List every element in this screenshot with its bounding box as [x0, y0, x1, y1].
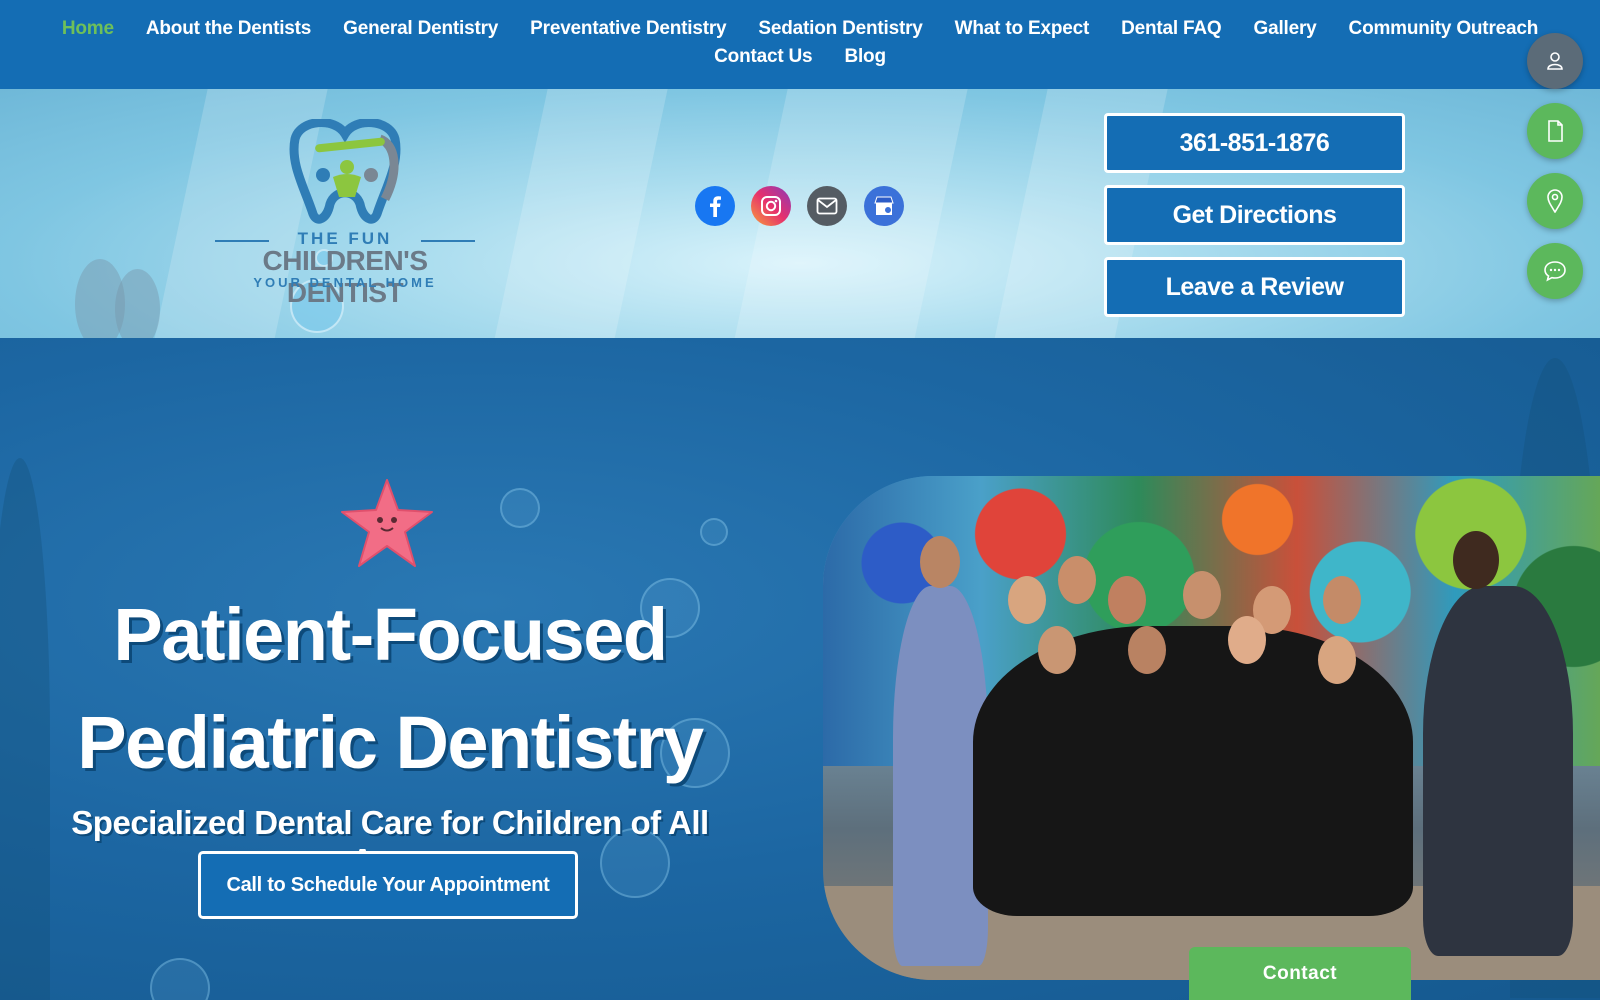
email-icon[interactable]	[807, 186, 847, 226]
schedule-appointment-button[interactable]: Call to Schedule Your Appointment	[198, 851, 578, 919]
account-icon	[1547, 52, 1563, 70]
google-business-icon[interactable]	[864, 186, 904, 226]
nav-what-to-expect[interactable]: What to Expect	[939, 18, 1105, 40]
instagram-icon[interactable]	[751, 186, 791, 226]
logo-tagline-bottom: YOUR DENTAL HOME	[253, 275, 437, 290]
hero-title-line-2: Pediatric Dentistry	[77, 701, 704, 784]
leave-review-button[interactable]: Leave a Review	[1104, 257, 1405, 317]
top-navigation: Home About the Dentists General Dentistr…	[0, 0, 1600, 89]
team-member-head	[1183, 571, 1221, 619]
hero-title-line-1: Patient-Focused	[113, 593, 668, 676]
document-icon	[1548, 120, 1563, 142]
get-directions-button[interactable]: Get Directions	[1104, 185, 1405, 245]
nav-row-1: Home About the Dentists General Dentistr…	[0, 18, 1600, 40]
nav-row-2: Contact Us Blog	[0, 46, 1600, 68]
chat-button[interactable]	[1527, 243, 1583, 299]
team-member-head	[1323, 576, 1361, 624]
location-button[interactable]	[1527, 173, 1583, 229]
bubble	[500, 488, 540, 528]
tooth-logo-icon	[289, 118, 401, 224]
nav-general-dentistry[interactable]: General Dentistry	[327, 18, 514, 40]
nav-dental-faq[interactable]: Dental FAQ	[1105, 18, 1237, 40]
starfish-icon	[341, 479, 433, 567]
nav-preventative-dentistry[interactable]: Preventative Dentistry	[514, 18, 742, 40]
header-banner: THE FUN CHILDREN'S DENTIST YOUR DENTAL H…	[0, 89, 1600, 338]
nav-community-outreach[interactable]: Community Outreach	[1333, 18, 1555, 40]
team-member-head	[920, 536, 960, 588]
nav-contact-us[interactable]: Contact Us	[698, 46, 828, 68]
nav-gallery[interactable]: Gallery	[1238, 18, 1333, 40]
team-member-head	[1228, 616, 1266, 664]
rock-silhouette	[115, 269, 160, 338]
bubble	[150, 958, 210, 1000]
nav-sedation-dentistry[interactable]: Sedation Dentistry	[742, 18, 938, 40]
forms-button[interactable]	[1527, 103, 1583, 159]
team-photo	[823, 476, 1600, 980]
nav-home[interactable]: Home	[46, 18, 130, 40]
contact-tab[interactable]: Contact	[1189, 947, 1411, 1000]
light-ray	[492, 89, 668, 338]
site-logo[interactable]: THE FUN CHILDREN'S DENTIST YOUR DENTAL H…	[205, 118, 485, 308]
team-member	[1423, 586, 1573, 956]
location-pin-icon	[1547, 189, 1563, 213]
team-member-head	[1453, 531, 1499, 589]
account-button[interactable]	[1527, 33, 1583, 89]
team-member-head	[1128, 626, 1166, 674]
team-member-head	[1058, 556, 1096, 604]
chat-icon	[1544, 261, 1566, 282]
bubble	[700, 518, 728, 546]
team-member-head	[1318, 636, 1356, 684]
team-member-head	[1108, 576, 1146, 624]
phone-button[interactable]: 361-851-1876	[1104, 113, 1405, 173]
team-member-head	[1008, 576, 1046, 624]
nav-about-dentists[interactable]: About the Dentists	[130, 18, 327, 40]
team-member-head	[1038, 626, 1076, 674]
nav-blog[interactable]: Blog	[828, 46, 901, 68]
facebook-icon[interactable]	[695, 186, 735, 226]
